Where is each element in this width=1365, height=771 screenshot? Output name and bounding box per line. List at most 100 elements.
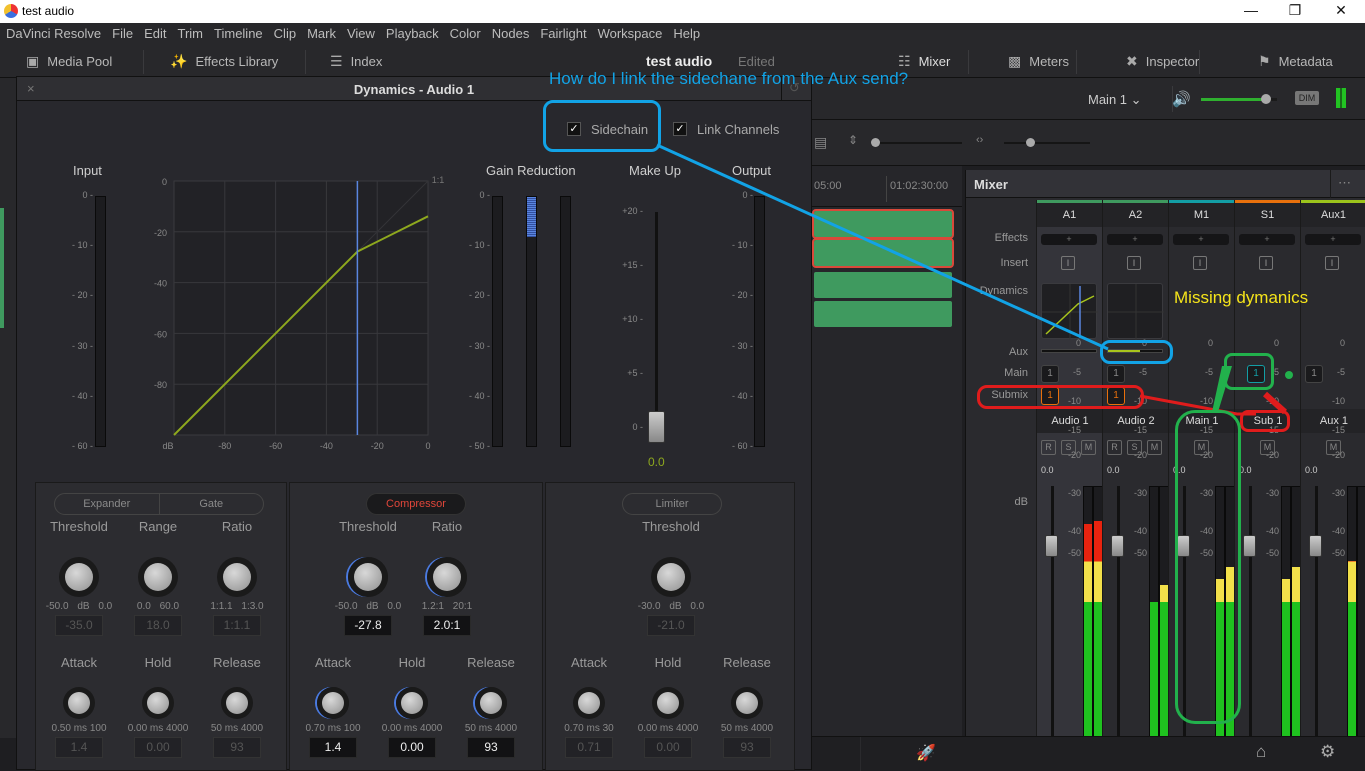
effects-add-button[interactable]: + [1173, 234, 1229, 245]
main-assign-button[interactable]: 1 [1107, 365, 1125, 383]
inspector-button[interactable]: ✖ Inspector [1126, 53, 1199, 70]
menu-timeline[interactable]: Timeline [214, 26, 263, 41]
menu-davinci[interactable]: DaVinci Resolve [6, 26, 101, 41]
knob-value[interactable]: 0.71 [565, 737, 613, 758]
makeup-fader-track[interactable] [655, 212, 658, 442]
dynamics-thumbnail[interactable] [1107, 283, 1164, 340]
insert-button[interactable]: I [1259, 256, 1273, 270]
link-channels-checkbox[interactable]: ✓ [673, 122, 687, 136]
menu-view[interactable]: View [347, 26, 375, 41]
knob-range[interactable] [138, 557, 178, 597]
media-pool-button[interactable]: ▣ Media Pool [26, 53, 112, 70]
audio-clip[interactable] [814, 301, 952, 327]
knob-attack[interactable] [63, 687, 95, 719]
menu-help[interactable]: Help [673, 26, 700, 41]
menu-nodes[interactable]: Nodes [492, 26, 530, 41]
volume-handle[interactable] [1260, 94, 1271, 104]
knob-threshold[interactable] [59, 557, 99, 597]
menu-trim[interactable]: Trim [178, 26, 204, 41]
menu-workspace[interactable]: Workspace [598, 26, 663, 41]
knob-release[interactable] [475, 687, 507, 719]
makeup-fader-handle[interactable] [648, 411, 665, 443]
knob-value[interactable]: 2.0:1 [423, 615, 471, 636]
fader-track[interactable] [1117, 486, 1120, 746]
effects-add-button[interactable]: + [1107, 234, 1163, 245]
menu-mark[interactable]: Mark [307, 26, 336, 41]
slider-handle[interactable] [871, 138, 880, 147]
track-layout-icon[interactable]: ▤ [814, 134, 827, 151]
dynamics-thumbnail[interactable] [1041, 283, 1098, 340]
channel-button-r[interactable]: R [1107, 440, 1122, 455]
main-assign-button[interactable]: 1 [1305, 365, 1323, 383]
expander-tab[interactable]: Expander [55, 494, 160, 514]
limiter-toggle[interactable]: Limiter [622, 493, 722, 515]
effects-library-button[interactable]: ✨ Effects Library [170, 53, 278, 70]
knob-value[interactable]: 1.4 [309, 737, 357, 758]
metadata-button[interactable]: ⚑ Metadata [1258, 53, 1333, 70]
index-button[interactable]: ☰ Index [330, 53, 382, 70]
fader-track[interactable] [1315, 486, 1318, 746]
mixer-button[interactable]: ☷ Mixer [898, 53, 950, 70]
fader-handle[interactable] [1045, 535, 1058, 557]
fader-track[interactable] [1249, 486, 1252, 746]
knob-ratio[interactable] [427, 557, 467, 597]
knob-value[interactable]: -21.0 [647, 615, 695, 636]
restore-button[interactable]: ❐ [1280, 2, 1310, 19]
knob-value[interactable]: 18.0 [134, 615, 182, 636]
compressor-curve-graph[interactable]: 0 -20 -40 -60 -80 dB -80 -60 -40 -20 0 1:1 [137, 167, 457, 457]
knob-hold[interactable] [142, 687, 174, 719]
slider-handle[interactable] [1026, 138, 1035, 147]
insert-button[interactable]: I [1061, 256, 1075, 270]
menu-edit[interactable]: Edit [144, 26, 166, 41]
volume-slider[interactable] [1201, 94, 1277, 104]
gear-icon[interactable]: ⚙ [1320, 742, 1335, 762]
knob-value[interactable]: 93 [723, 737, 771, 758]
channel-button-m[interactable]: M [1147, 440, 1162, 455]
knob-value[interactable]: 93 [213, 737, 261, 758]
fader-handle[interactable] [1111, 535, 1124, 557]
channel-button-m[interactable]: M [1081, 440, 1096, 455]
insert-button[interactable]: I [1127, 256, 1141, 270]
knob-release[interactable] [221, 687, 253, 719]
home-icon[interactable]: ⌂ [1256, 742, 1266, 762]
fader-handle[interactable] [1243, 535, 1256, 557]
knob-release[interactable] [731, 687, 763, 719]
channel-button-r[interactable]: R [1041, 440, 1056, 455]
audio-clip[interactable] [812, 209, 954, 239]
audio-clip[interactable] [812, 238, 954, 268]
audio-clip[interactable] [814, 272, 952, 298]
rocket-icon[interactable]: 🚀 [916, 743, 936, 763]
menu-color[interactable]: Color [450, 26, 481, 41]
minimize-button[interactable]: — [1236, 2, 1266, 18]
meters-button[interactable]: ▩ Meters [1008, 53, 1069, 70]
menu-fairlight[interactable]: Fairlight [540, 26, 586, 41]
menu-clip[interactable]: Clip [274, 26, 296, 41]
insert-button[interactable]: I [1193, 256, 1207, 270]
knob-value[interactable]: 1:1.1 [213, 615, 261, 636]
more-options-icon[interactable]: ⋯ [1338, 175, 1351, 191]
speaker-icon[interactable]: 🔊 [1172, 90, 1191, 108]
knob-value[interactable]: 0.00 [134, 737, 182, 758]
knob-attack[interactable] [317, 687, 349, 719]
knob-value[interactable]: 0.00 [644, 737, 692, 758]
gate-tab[interactable]: Gate [160, 494, 264, 514]
knob-value[interactable]: 1.4 [55, 737, 103, 758]
horizontal-zoom-slider[interactable] [1004, 138, 1090, 147]
vertical-zoom-slider[interactable] [871, 138, 962, 147]
fader-track[interactable] [1051, 486, 1054, 746]
menu-file[interactable]: File [112, 26, 133, 41]
knob-value[interactable]: 0.00 [388, 737, 436, 758]
fader-handle[interactable] [1309, 535, 1322, 557]
knob-value[interactable]: -27.8 [344, 615, 392, 636]
main-assign-button[interactable]: 1 [1041, 365, 1059, 383]
knob-value[interactable]: 93 [467, 737, 515, 758]
knob-hold[interactable] [652, 687, 684, 719]
effects-add-button[interactable]: + [1239, 234, 1295, 245]
effects-add-button[interactable]: + [1041, 234, 1097, 245]
knob-attack[interactable] [573, 687, 605, 719]
monitor-output-select[interactable]: Main 1 ⌄ [1088, 92, 1142, 108]
knob-hold[interactable] [396, 687, 428, 719]
knob-value[interactable]: -35.0 [55, 615, 103, 636]
dim-button[interactable]: DIM [1295, 91, 1319, 105]
insert-button[interactable]: I [1325, 256, 1339, 270]
